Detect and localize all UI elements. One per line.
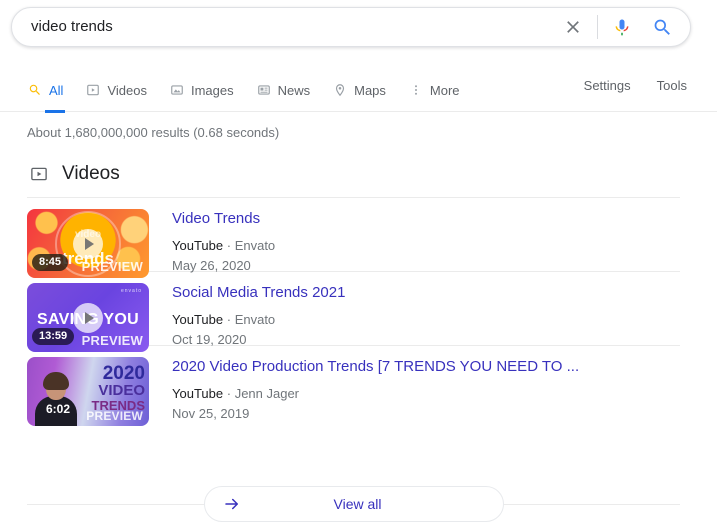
video-channel: Jenn Jager [234,386,300,401]
video-duration-badge: 8:45 [32,254,69,271]
videos-section-header: Videos [30,163,120,185]
video-source-line: YouTube · Envato [172,310,345,330]
video-result-row: envato SAVING YOU 13:59 PREVIEW Social M… [27,272,680,352]
view-all-line-left [27,503,204,505]
tab-images-label: Images [190,82,234,98]
tab-active-underline [45,110,66,113]
video-title-link[interactable]: Social Media Trends 2021 [172,284,345,302]
video-source-line: YouTube · Jenn Jager [172,384,579,404]
tab-videos-label: Videos [107,82,147,98]
view-all-container: View all [27,485,680,523]
preview-label: PREVIEW [81,259,143,274]
tab-maps-label: Maps [354,82,386,98]
preview-label: PREVIEW [81,333,143,348]
thumb-caption-line2: VIDEO [98,382,145,399]
view-all-button[interactable]: View all [203,486,504,522]
view-all-label: View all [333,496,382,512]
meta-separator: · [226,312,232,327]
video-date: May 26, 2020 [172,258,251,273]
video-info: Video Trends YouTube · Envato May 26, 20… [172,209,275,276]
play-icon[interactable] [73,302,103,333]
result-stats: About 1,680,000,000 results (0.68 second… [27,125,280,140]
meta-separator: · [226,238,232,253]
videos-section-title: Videos [62,163,120,184]
video-play-box-icon [30,165,48,183]
tab-all-label: All [49,82,64,98]
news-icon [256,82,272,98]
tab-all[interactable]: All [27,78,66,113]
person-hair [43,372,69,390]
video-thumbnail[interactable]: video trends 8:45 PREVIEW [27,209,149,278]
more-vertical-icon [408,82,424,98]
search-bar[interactable] [11,7,691,47]
search-bar-actions [559,8,690,46]
video-date: Oct 19, 2020 [172,332,247,347]
video-source: YouTube [172,386,224,401]
video-title-link[interactable]: Video Trends [172,210,275,228]
search-bar-container [11,7,691,47]
tab-more[interactable]: More [408,78,460,102]
video-results-list: video trends 8:45 PREVIEW Video Trends Y… [27,197,680,426]
thumb-caption-line1: 2020 [102,363,145,384]
settings-button[interactable]: Settings [584,78,631,93]
search-nav-right: Settings Tools [584,78,717,93]
video-date: Nov 25, 2019 [172,406,250,421]
meta-separator: · [226,386,232,401]
map-pin-icon [332,82,348,98]
video-title-link[interactable]: 2020 Video Production Trends [7 TRENDS Y… [172,358,579,376]
video-result-row: video trends 8:45 PREVIEW Video Trends Y… [27,198,680,278]
tab-more-label: More [429,82,460,98]
video-channel: Envato [234,238,276,253]
thumb-brand-label: envato [120,288,142,294]
search-divider [597,15,598,39]
video-result-row: 2020 VIDEO TRENDS 6:02 PREVIEW 2020 Vide… [27,346,680,426]
search-nav-bar: All Videos Images News Maps More Setting… [0,68,717,113]
tools-button[interactable]: Tools [657,78,687,93]
video-source: YouTube [172,238,224,253]
video-channel: Envato [234,312,276,327]
video-duration-badge: 6:02 [46,402,71,416]
video-source: YouTube [172,312,224,327]
video-duration-badge: 13:59 [32,328,75,345]
view-all-line-right [503,503,680,505]
video-thumbnail[interactable]: 2020 VIDEO TRENDS 6:02 PREVIEW [27,357,149,426]
tab-maps[interactable]: Maps [332,78,386,102]
image-icon [169,82,185,98]
video-source-line: YouTube · Envato [172,236,275,256]
preview-label: PREVIEW [86,409,143,423]
video-thumbnail[interactable]: envato SAVING YOU 13:59 PREVIEW [27,283,149,352]
video-info: 2020 Video Production Trends [7 TRENDS Y… [172,357,579,424]
tab-images[interactable]: Images [169,78,234,102]
tab-news-label: News [277,82,311,98]
search-icon[interactable] [648,13,676,41]
search-nav-inner: All Videos Images News Maps More Setting… [0,68,717,113]
tab-videos[interactable]: Videos [85,78,147,102]
close-icon[interactable] [559,13,587,41]
search-input[interactable] [12,9,559,45]
video-icon [85,82,101,98]
play-icon[interactable] [73,228,103,259]
search-icon [27,82,43,98]
microphone-icon[interactable] [608,13,636,41]
video-info: Social Media Trends 2021 YouTube · Envat… [172,283,345,350]
tab-news[interactable]: News [256,78,311,102]
